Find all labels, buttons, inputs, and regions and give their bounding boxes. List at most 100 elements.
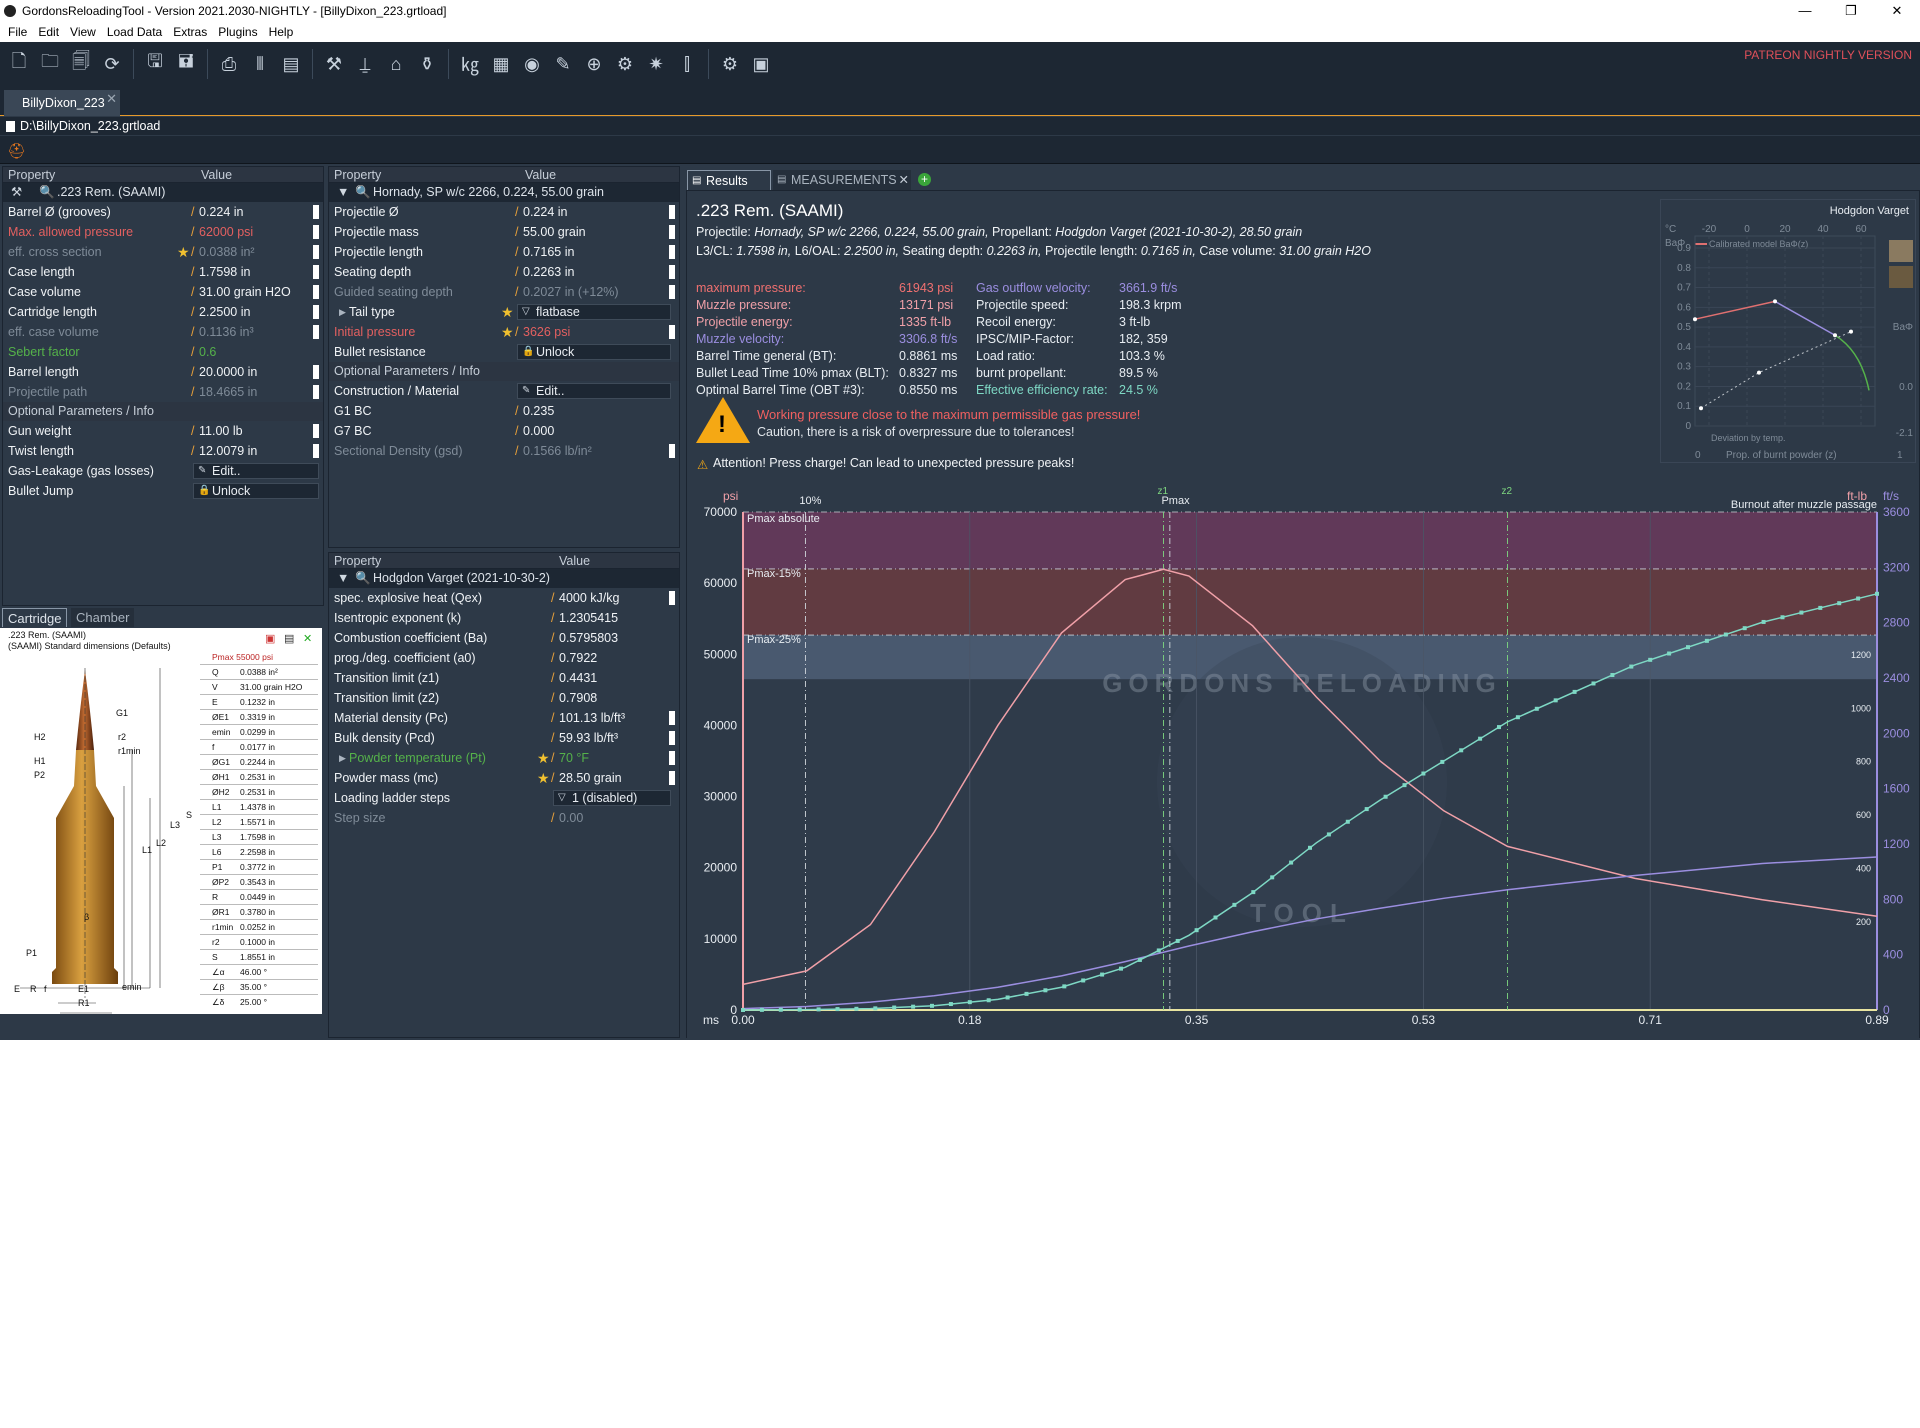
cart-rows-row[interactable]: eff. cross section ★/ 0.0388 in² (3, 242, 323, 262)
close-tab-icon[interactable]: ✕ (106, 91, 117, 107)
spin-control[interactable] (313, 444, 319, 458)
spin-control[interactable] (313, 245, 319, 259)
powder-rows-row[interactable]: Step size / 0.00 (329, 808, 679, 828)
bullet-icon[interactable]: ⌂ (383, 50, 409, 78)
property-value[interactable]: 62000 psi (199, 222, 253, 242)
save-icon[interactable]: 🖫 (142, 50, 168, 78)
gas-leakage-edit-button[interactable]: ✎ Edit.. (193, 463, 319, 479)
proj-rows-row[interactable]: Guided seating depth / 0.2027 in (+12%) (329, 282, 679, 302)
close-button[interactable]: ✕ (1874, 0, 1920, 22)
property-value[interactable]: 28.50 grain (559, 768, 622, 788)
favorite-star-icon[interactable]: ★ (177, 242, 190, 262)
projectile-name[interactable]: Hornady, SP w/c 2266, 0.224, 55.00 grain (373, 183, 604, 202)
cart-rows-row[interactable]: Cartridge length / 2.2500 in (3, 302, 323, 322)
cart-rows-row[interactable]: Sebert factor / 0.6 (3, 342, 323, 362)
cart-rows-row[interactable]: Barrel length / 20.0000 in (3, 362, 323, 382)
tab-cartridge[interactable]: Cartridge (2, 608, 68, 627)
property-value[interactable]: 20.0000 in (199, 362, 257, 382)
powder-rows-row[interactable]: prog./deg. coefficient (a0) / 0.7922 (329, 648, 679, 668)
add-tab-icon[interactable]: + (918, 173, 931, 186)
menu-view[interactable]: View (70, 25, 96, 39)
spin-control[interactable] (313, 285, 319, 299)
spin-control[interactable] (313, 325, 319, 339)
spin-control[interactable] (669, 771, 675, 785)
search-icon[interactable]: 🔍 (355, 183, 371, 202)
proj-rows-row[interactable]: Projectile Ø / 0.224 in (329, 202, 679, 222)
open-recent-icon[interactable]: 🗐 (68, 50, 94, 78)
spin-control[interactable] (313, 225, 319, 239)
search-icon[interactable]: 🔍 (355, 569, 371, 588)
proj-opt-row[interactable]: Sectional Density (gsd) / 0.1566 lb/in² (329, 441, 679, 461)
construction-edit-button[interactable]: ✎ Edit.. (517, 383, 671, 399)
spin-control[interactable] (313, 305, 319, 319)
favorite-star-icon[interactable]: ★ (501, 322, 514, 342)
powder-rows-row[interactable]: Isentropic exponent (k) / 1.2305415 (329, 608, 679, 628)
proj-rows-row[interactable]: ▶ Tail type ★ ▽ flatbase (329, 302, 679, 322)
powder-rows-row[interactable]: Transition limit (z1) / 0.4431 (329, 668, 679, 688)
projectile-group-row[interactable]: ▼ 🔍 Hornady, SP w/c 2266, 0.224, 55.00 g… (329, 183, 679, 202)
powder-rows-row[interactable]: spec. explosive heat (Qex) / 4000 kJ/kg (329, 588, 679, 608)
close-tab-icon[interactable]: ✕ (899, 170, 909, 190)
expand-icon[interactable]: ▶ (339, 748, 346, 768)
maximize-button[interactable]: ❐ (1828, 0, 1874, 22)
menu-extras[interactable]: Extras (173, 25, 207, 39)
property-value[interactable]: 31.00 grain H2O (199, 282, 291, 302)
powder-rows-row[interactable]: Bulk density (Pcd) / 59.93 lb/ft³ (329, 728, 679, 748)
spin-control[interactable] (669, 265, 675, 279)
powder-rows-row[interactable]: Material density (Pc) / 101.13 lb/ft³ (329, 708, 679, 728)
stats-icon[interactable]: ⫿ (674, 50, 700, 78)
spin-control[interactable] (669, 325, 675, 339)
proj-rows-row[interactable]: Projectile mass / 55.00 grain (329, 222, 679, 242)
property-value[interactable]: 0.235 (523, 401, 554, 421)
property-value[interactable]: 0.0388 in² (199, 242, 255, 262)
search-icon[interactable]: 🔍 (39, 183, 55, 202)
property-value[interactable]: 0.1136 in³ (199, 322, 254, 342)
cartridges-icon[interactable]: ⍊ (352, 50, 378, 78)
proj-rows-row[interactable]: Bullet resistance 🔒 Unlock (329, 342, 679, 362)
open-file-icon[interactable]: 🗀 (37, 50, 63, 78)
tail-type-select[interactable]: ▽ flatbase (517, 304, 671, 320)
powder-rows-row[interactable]: Combustion coefficient (Ba) / 0.5795803 (329, 628, 679, 648)
spin-control[interactable] (313, 205, 319, 219)
proj-opt-row[interactable]: G1 BC / 0.235 (329, 401, 679, 421)
tab-chamber[interactable]: Chamber (71, 608, 135, 627)
property-value[interactable]: 101.13 lb/ft³ (559, 708, 625, 728)
cart-rows-row[interactable]: Max. allowed pressure / 62000 psi (3, 222, 323, 242)
property-value[interactable]: 1.2305415 (559, 608, 618, 628)
property-value[interactable]: 59.93 lb/ft³ (559, 728, 618, 748)
spin-control[interactable] (669, 444, 675, 458)
powder-group-row[interactable]: ▼ 🔍 Hodgdon Varget (2021-10-30-2) (329, 569, 679, 588)
tab-measurements[interactable]: ▤ MEASUREMENTS ✕ (773, 170, 911, 190)
proj-opt-row[interactable]: Construction / Material ✎ Edit.. (329, 381, 679, 401)
save-as-icon[interactable]: 🖬 (173, 50, 199, 78)
property-value[interactable]: 2.2500 in (199, 302, 250, 322)
cartridge-group-row[interactable]: ⚒ 🔍 .223 Rem. (SAAMI) (3, 183, 323, 202)
cart-opt-row[interactable]: Gun weight / 11.00 lb (3, 421, 323, 441)
reload-icon[interactable]: ⟳ (99, 50, 125, 78)
rifle-icon[interactable]: ⚒ (321, 50, 347, 78)
property-value[interactable]: 0.00 (559, 808, 583, 828)
powder-rows-row[interactable]: Powder mass (mc) ★/ 28.50 grain (329, 768, 679, 788)
cart-rows-row[interactable]: Case length / 1.7598 in (3, 262, 323, 282)
grid-icon[interactable]: ▦ (488, 50, 514, 78)
cart-rows-row[interactable]: Projectile path / 18.4665 in (3, 382, 323, 402)
report-icon[interactable]: ▤ (278, 50, 304, 78)
menu-file[interactable]: File (8, 25, 27, 39)
property-value[interactable]: 70 °F (559, 748, 589, 768)
property-value[interactable]: 11.00 lb (199, 421, 243, 441)
pdf-export-icon[interactable]: ⎙ (216, 50, 242, 78)
powder-name[interactable]: Hodgdon Varget (2021-10-30-2) (373, 569, 550, 588)
pdf-icon[interactable]: ▣ (265, 632, 275, 645)
favorite-star-icon[interactable]: ★ (537, 748, 550, 768)
property-value[interactable]: 0.4431 (559, 668, 597, 688)
document-tab[interactable]: BillyDixon_223 ✕ (4, 90, 120, 116)
property-value[interactable]: 0.7165 in (523, 242, 574, 262)
property-value[interactable]: 0.224 in (523, 202, 567, 222)
spin-control[interactable] (669, 751, 675, 765)
settings-icon[interactable]: ⚙ (717, 50, 743, 78)
spin-control[interactable] (313, 424, 319, 438)
proj-opt-row[interactable]: G7 BC / 0.000 (329, 421, 679, 441)
favorite-star-icon[interactable]: ★ (537, 768, 550, 788)
menu-help[interactable]: Help (269, 25, 294, 39)
powder-rows-row[interactable]: ▶ Powder temperature (Pt) ★/ 70 °F (329, 748, 679, 768)
